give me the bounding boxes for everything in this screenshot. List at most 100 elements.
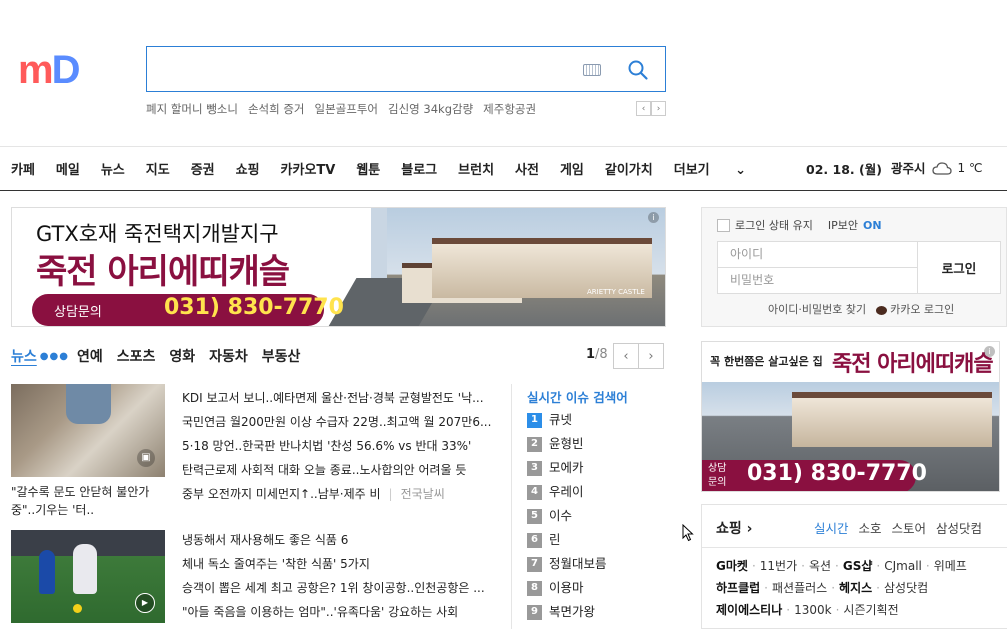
nav-more[interactable]: 더보기 ⌄ (674, 159, 767, 178)
tab-store[interactable]: 스토어 (892, 518, 927, 537)
list-item[interactable]: 3 모에카 (527, 456, 607, 480)
shopping-row: 하프클럽 · 패션플러스 · 헤지스 · 삼성닷컴 (716, 577, 967, 599)
news-headline[interactable]: 중부 오전까지 미세먼지↑..남부·제주 비 (182, 487, 381, 501)
hot-keyword[interactable]: 일본골프투어 (315, 101, 378, 117)
kakao-login-link[interactable]: 카카오 로그인 (876, 301, 954, 317)
ip-security-label[interactable]: IP보안 (828, 217, 858, 233)
nav-blog[interactable]: 블로그 (401, 159, 437, 178)
shop-link[interactable]: 패션플러스 (772, 581, 827, 595)
nav-dictionary[interactable]: 사전 (515, 159, 539, 178)
news-headline[interactable]: 냉동해서 재사용해도 좋은 식품 6 (182, 528, 492, 552)
prev-page-button[interactable]: ‹ (613, 343, 639, 369)
shop-link[interactable]: 시즌기획전 (843, 603, 898, 617)
hot-keyword[interactable]: 김신영 34kg감량 (388, 101, 473, 117)
weather[interactable]: 광주시 1 ℃ (891, 158, 982, 177)
ad-cta[interactable]: 상담문의 031) 830-7770 (32, 294, 344, 326)
ad-info-icon[interactable]: i (648, 212, 659, 223)
tab-news[interactable]: 뉴스 (11, 346, 37, 366)
shop-link[interactable]: 1300k (794, 603, 832, 617)
news-caption[interactable]: "갈수록 문도 안닫혀 불안가중"..기우는 '터.. (11, 483, 165, 519)
tab-car[interactable]: 자동차 (209, 346, 248, 366)
list-item[interactable]: 4 우레이 (527, 480, 607, 504)
tab-samsung[interactable]: 삼성닷컴 (936, 518, 982, 537)
tab-realestate[interactable]: 부동산 (262, 346, 301, 366)
news-headline[interactable]: 5·18 망언..한국판 반나치법 '찬성 56.6% vs 반대 33%' (182, 434, 492, 458)
logo-d: D (51, 48, 81, 92)
id-field[interactable]: 아이디 (717, 241, 918, 268)
weather-link[interactable]: 전국날씨 (401, 487, 445, 501)
shopping-links: G마켓 · 11번가 · 옥션 · GS샵 · CJmall · 위메프 하프클럽 · 패션플러스 · 헤지… (716, 555, 967, 621)
ip-security-toggle[interactable]: ON (863, 219, 882, 232)
news-headline[interactable]: 체내 독소 줄여주는 '착한 식품' 5가지 (182, 552, 492, 576)
find-account-link[interactable]: 아이디·비밀번호 찾기 (768, 301, 866, 317)
list-item[interactable]: 1 큐넷 (527, 408, 607, 432)
hot-keyword[interactable]: 폐지 할머니 뺑소니 (146, 101, 238, 117)
shop-link[interactable]: 위메프 (934, 559, 967, 573)
nav-together[interactable]: 같이가치 (605, 159, 653, 178)
next-page-button[interactable]: › (638, 343, 664, 369)
list-item[interactable]: 7 정월대보름 (527, 552, 607, 576)
news-headline[interactable]: KDI 보고서 보니..예타면제 울산·전남·경북 균형발전도 '낙... (182, 386, 492, 410)
list-item[interactable]: 9 복면가왕 (527, 600, 607, 624)
rank-word: 정월대보름 (549, 556, 607, 571)
nav-stock[interactable]: 증권 (191, 159, 215, 178)
list-item[interactable]: 6린 (527, 528, 607, 552)
news-headline[interactable]: 탄력근로제 사회적 대화 오늘 종료..노사합의안 어려울 듯 (182, 458, 492, 482)
shop-link[interactable]: 11번가 (760, 559, 797, 573)
login-button[interactable]: 로그인 (917, 241, 1001, 294)
tab-movie[interactable]: 영화 (169, 346, 195, 366)
password-field[interactable]: 비밀번호 (717, 267, 918, 294)
shop-link[interactable]: 하프클럽 (716, 581, 760, 595)
realtime-list: 1 큐넷 2 윤형빈 3 모에카 4 우레이 5 이수 6린 7 정월대보름 8 이용마 9복… (527, 408, 607, 624)
list-item[interactable]: 5 이수 (527, 504, 607, 528)
nav-webtoon[interactable]: 웹툰 (356, 159, 380, 178)
hot-keyword[interactable]: 손석희 증거 (248, 101, 305, 117)
keep-login-checkbox[interactable] (717, 218, 730, 232)
shopping-title[interactable]: 쇼핑 › (716, 518, 752, 538)
rank-number: 5 (527, 508, 542, 524)
search-input[interactable] (146, 46, 666, 92)
nav-game[interactable]: 게임 (560, 159, 584, 178)
keep-login-label[interactable]: 로그인 상태 유지 (735, 217, 813, 233)
nav-more-label: 더보기 (673, 163, 710, 178)
tab-sports[interactable]: 스포츠 (117, 346, 156, 366)
search-icon[interactable] (627, 59, 649, 81)
list-item[interactable]: 2 윤형빈 (527, 432, 607, 456)
list-item[interactable]: 8 이용마 (527, 576, 607, 600)
shop-link[interactable]: 옥션 (809, 559, 831, 573)
shop-link[interactable]: 삼성닷컴 (884, 581, 928, 595)
nav-mail[interactable]: 메일 (56, 159, 80, 178)
nav-shopping[interactable]: 쇼핑 (236, 159, 260, 178)
nav-kakaotv[interactable]: 카카오TV (281, 159, 336, 178)
shop-link[interactable]: 헤지스 (839, 581, 872, 595)
keyword-next-button[interactable]: › (651, 101, 666, 116)
page-total: /8 (595, 347, 608, 362)
ad-info-icon[interactable]: i (984, 346, 995, 357)
news-headline[interactable]: "아들 죽음을 이용하는 엄마"..'유족다움' 강요하는 사회 (182, 600, 492, 624)
shop-link[interactable]: 제이에스티나 (716, 603, 782, 617)
video-thumbnail[interactable]: ▶ (11, 530, 165, 623)
shop-link[interactable]: G마켓 (716, 559, 748, 573)
separator: · (835, 603, 840, 617)
nav-news[interactable]: 뉴스 (101, 159, 125, 178)
ad-cta[interactable]: 상담 문의 031) 830-7770 (702, 460, 927, 491)
main-banner-ad[interactable]: GTX호재 죽전택지개발지구 죽전 아리에띠캐슬 상담문의 031) 830-7… (11, 207, 666, 327)
hot-keyword[interactable]: 제주항공권 (483, 101, 536, 117)
tab-entertainment[interactable]: 연예 (77, 346, 103, 366)
nav-brunch[interactable]: 브런치 (458, 159, 494, 178)
nav-cafe[interactable]: 카페 (11, 159, 35, 178)
shop-link[interactable]: GS샵 (843, 559, 873, 573)
nav-map[interactable]: 지도 (146, 159, 170, 178)
realtime-title[interactable]: 실시간 이슈 검색어 (527, 387, 628, 406)
tab-soho[interactable]: 소호 (859, 518, 882, 537)
keyboard-icon[interactable] (583, 64, 601, 76)
keyword-prev-button[interactable]: ‹ (636, 101, 651, 116)
side-banner-ad[interactable]: 꼭 한번쯤은 살고싶은 집 죽전 아리에띠캐슬 상담 문의 031) 830-7… (701, 341, 1000, 492)
shop-link[interactable]: CJmall (884, 559, 922, 573)
daum-logo[interactable]: mD (18, 50, 80, 90)
news-headline[interactable]: 승객이 뽑은 세계 최고 공항은? 1위 창이공항..인천공항은 ... (182, 576, 492, 600)
tab-realtime[interactable]: 실시간 (814, 518, 849, 537)
news-thumbnail[interactable]: ▣ (11, 384, 165, 477)
news-headline[interactable]: 국민연금 월200만원 이상 수급자 22명..최고액 월 207만6... (182, 410, 492, 434)
separator: · (751, 559, 756, 573)
